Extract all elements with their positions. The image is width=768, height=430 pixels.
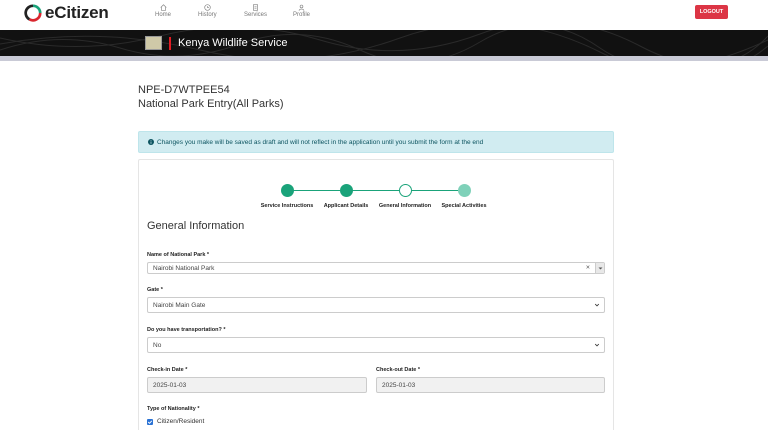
brand-name: eCitizen [45,3,109,22]
home-icon [159,4,167,11]
checkin-date-input[interactable]: 2025-01-03 [147,377,367,393]
stepper-connector [293,190,340,191]
application-reference: NPE-D7WTPEE54 [138,84,230,96]
info-icon [148,139,154,145]
gate-select[interactable]: Nairobi Main Gate [147,297,605,313]
transport-value: No [153,341,162,349]
service-name: National Park Entry(All Parks) [138,98,284,110]
agency-name: Kenya Wildlife Service [178,37,288,49]
transport-label: Do you have transportation? * [147,327,226,333]
stepper-connector [411,190,458,191]
caret-down-icon [598,267,603,270]
step-2-dot[interactable] [340,184,353,197]
chevron-down-icon [594,343,600,347]
step-4-label: Special Activities [441,203,487,209]
park-value: Nairobi National Park [153,264,215,272]
checkout-date-input[interactable]: 2025-01-03 [376,377,605,393]
citizen-resident-checkbox[interactable] [147,419,153,425]
checkout-value: 2025-01-03 [382,381,416,389]
check-icon [147,420,153,425]
section-title: General Information [147,220,245,232]
nav-profile-label: Profile [293,12,311,18]
agency-banner [0,30,768,56]
step-1-label: Service Instructions [260,203,314,209]
transport-select[interactable]: No [147,337,605,353]
step-3-label: General Information [378,203,432,209]
banner-underline [0,56,768,61]
step-3-dot[interactable] [399,184,412,197]
gate-value: Nairobi Main Gate [153,301,206,309]
kws-logo-icon [145,36,162,50]
step-1-dot[interactable] [281,184,294,197]
profile-icon [298,4,305,11]
step-2-label: Applicant Details [323,203,369,209]
nav-profile[interactable]: Profile [293,4,310,18]
checkin-value: 2025-01-03 [153,381,187,389]
step-4-dot[interactable] [458,184,471,197]
nav-home[interactable]: Home [155,4,171,18]
banner-pattern [0,30,768,56]
alert-text: Changes you make will be saved as draft … [157,138,484,146]
nav-history[interactable]: History [198,4,217,18]
nav-home-label: Home [155,12,172,18]
nav-history-label: History [198,12,217,18]
checkout-label: Check-out Date * [376,367,421,373]
park-select[interactable]: Nairobi National Park × [147,262,605,274]
checkin-label: Check-in Date * [147,367,188,373]
history-icon [204,4,211,11]
chevron-down-icon [594,303,600,307]
park-label: Name of National Park * [147,252,210,258]
clear-icon[interactable]: × [586,265,590,272]
ecitizen-logo-icon [24,4,42,22]
top-navbar: eCitizen Home History Services Profile L… [0,0,768,30]
nav-services[interactable]: Services [244,4,267,18]
logout-button[interactable]: LOGOUT [695,5,728,19]
citizen-resident-label[interactable]: Citizen/Resident [157,418,204,425]
stepper-connector [352,190,399,191]
gate-label: Gate * [147,287,163,293]
services-icon [253,4,258,11]
nav-services-label: Services [244,12,268,18]
draft-info-alert: Changes you make will be saved as draft … [138,131,614,153]
park-dropdown-toggle[interactable] [595,263,604,273]
ecitizen-logo[interactable]: eCitizen [24,3,109,23]
nationality-label: Type of Nationality * [147,406,200,412]
agency-divider [169,37,171,50]
